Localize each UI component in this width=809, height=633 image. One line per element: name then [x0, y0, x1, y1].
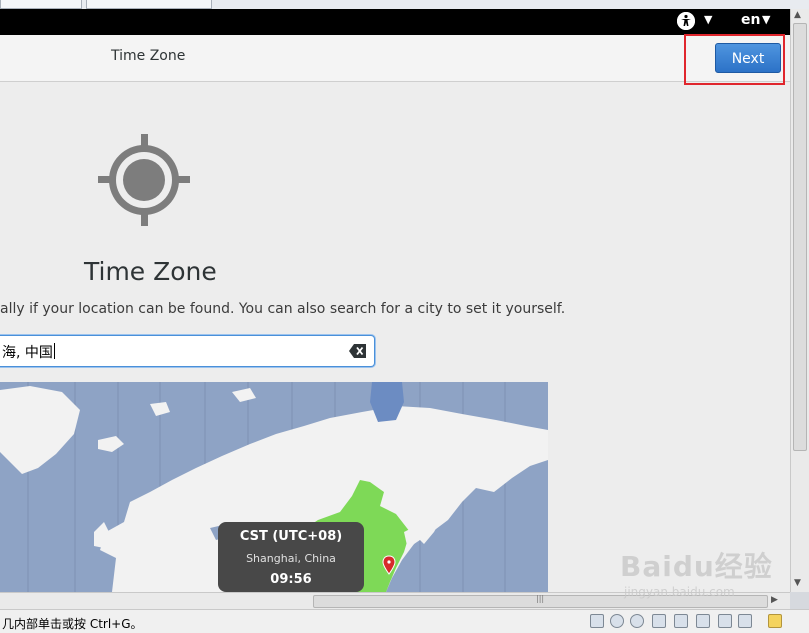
chevron-down-icon[interactable]: ▼	[704, 13, 712, 26]
sound-icon[interactable]	[674, 614, 688, 628]
cdrom-icon[interactable]	[610, 614, 624, 628]
host-tab[interactable]	[0, 0, 82, 9]
watermark: Baidu经验 jingyan.baidu.com	[620, 545, 773, 599]
scroll-up-icon[interactable]: ▲	[794, 10, 801, 20]
location-search-input[interactable]: 海, 中国	[0, 335, 375, 367]
harddisk-icon[interactable]	[590, 614, 604, 628]
top-bar: ▼ en ▼	[0, 9, 790, 35]
clear-search-icon[interactable]	[349, 344, 367, 358]
vertical-scroll-thumb[interactable]	[793, 23, 807, 451]
status-bar: 几内部单击或按 Ctrl+G。	[0, 609, 809, 633]
next-button-highlight	[684, 34, 785, 85]
guest-screen: ▼ en ▼ Time Zone Next Time Zone ally if …	[0, 9, 790, 592]
chevron-down-icon[interactable]: ▼	[762, 13, 770, 26]
watermark-url: jingyan.baidu.com	[624, 585, 735, 599]
tooltip-city: Shanghai, China	[246, 552, 336, 565]
status-text: 几内部单击或按 Ctrl+G。	[2, 617, 143, 631]
language-indicator[interactable]: en	[741, 12, 760, 28]
scroll-down-icon[interactable]: ▼	[794, 578, 801, 588]
drive-icon[interactable]	[738, 614, 752, 628]
printer-icon[interactable]	[696, 614, 710, 628]
header-title: Time Zone	[111, 48, 186, 64]
grip-icon: |||	[536, 594, 545, 603]
display-icon[interactable]	[718, 614, 732, 628]
timezone-crosshair-icon	[98, 134, 190, 226]
accessibility-icon[interactable]	[677, 12, 695, 30]
usb-icon[interactable]	[652, 614, 666, 628]
search-value: 海, 中国	[2, 343, 55, 361]
watermark-brand: Baidu经验	[620, 550, 773, 583]
description-text: ally if your location can be found. You …	[0, 301, 566, 317]
page-title: Time Zone	[84, 257, 217, 286]
message-icon[interactable]	[768, 614, 782, 628]
network-icon[interactable]	[630, 614, 644, 628]
tooltip-time: 09:56	[270, 572, 312, 587]
timezone-tooltip: CST (UTC+08) Shanghai, China 09:56	[218, 522, 364, 592]
header-bar: Time Zone Next	[0, 35, 790, 82]
host-tab-active[interactable]	[86, 0, 212, 9]
tooltip-zone: CST (UTC+08)	[239, 529, 343, 544]
vertical-scrollbar[interactable]: ▲ ▼	[790, 9, 809, 592]
